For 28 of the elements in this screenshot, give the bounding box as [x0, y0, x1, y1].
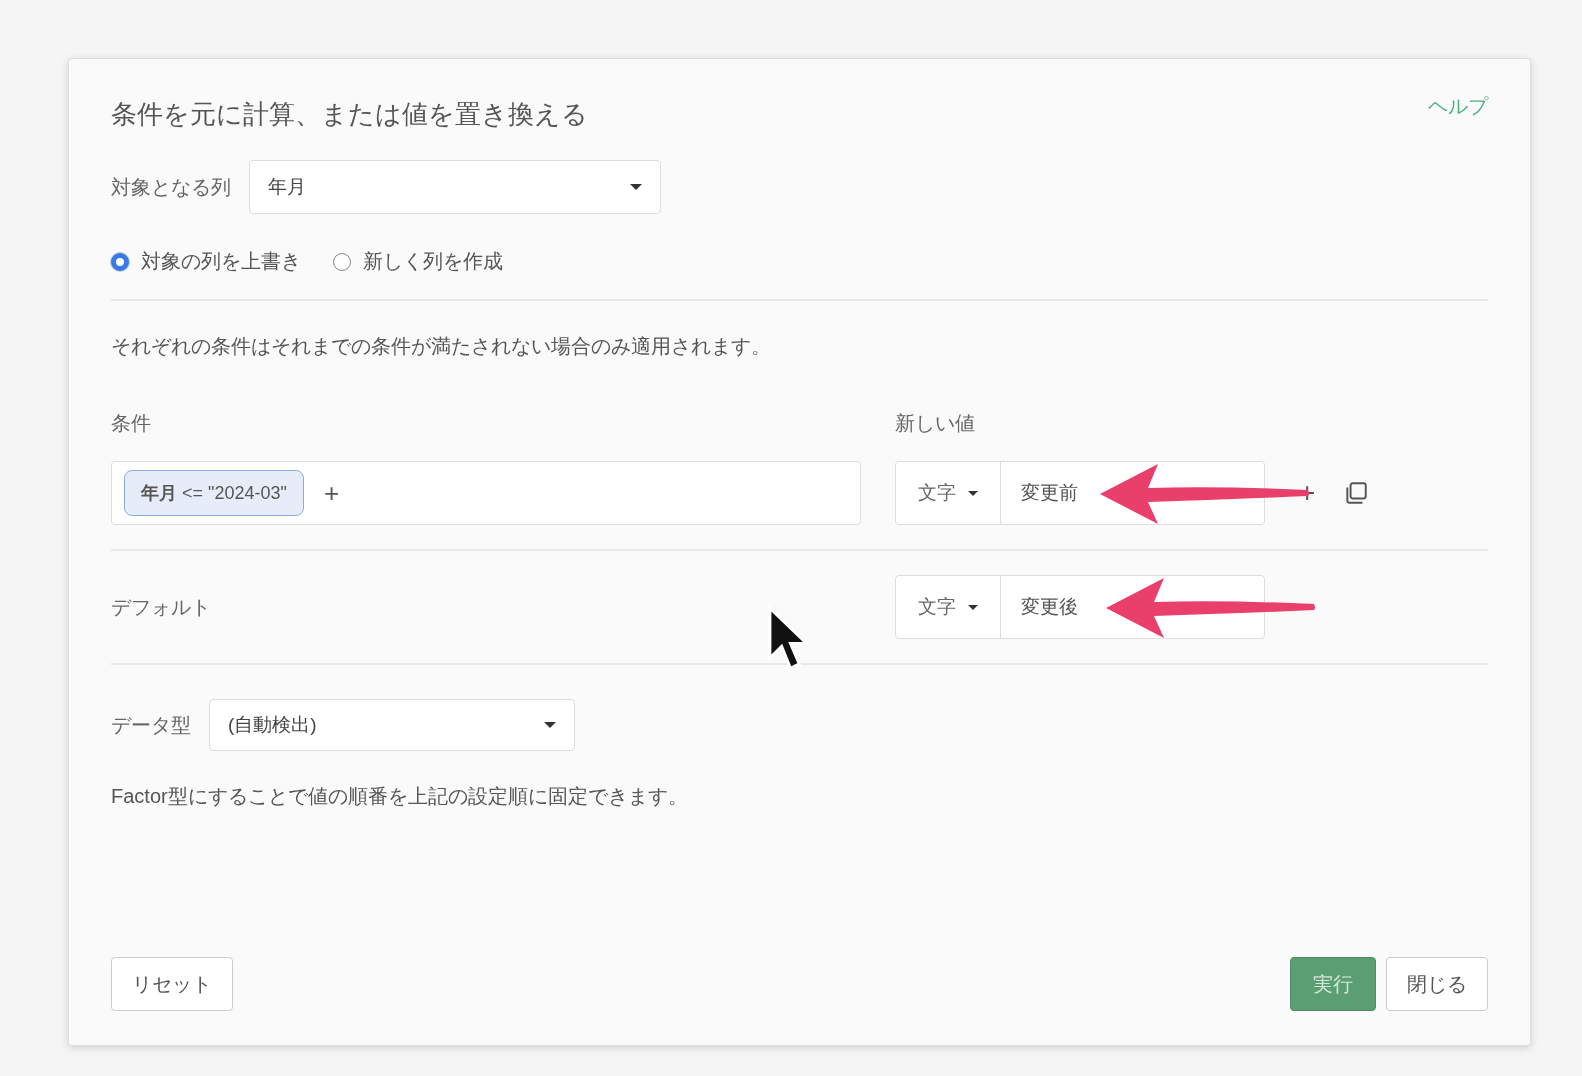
data-type-select[interactable]: (自動検出) [209, 699, 575, 751]
type-select[interactable]: 文字 [896, 576, 1001, 638]
radio-label: 新しく列を作成 [363, 249, 503, 274]
column-header: 新しい値 [895, 411, 976, 436]
value-field[interactable]: 変更前 [1021, 480, 1078, 506]
caret-icon [968, 490, 978, 496]
caret-icon [968, 604, 978, 610]
copy-icon[interactable] [1343, 480, 1370, 506]
reset-button[interactable]: リセット [111, 957, 233, 1011]
info-text: それぞれの条件はそれまでの条件が満たされない場合のみ適用されます。 [111, 334, 772, 359]
condition-field[interactable]: 年月 <= "2024-03" + [111, 461, 861, 525]
add-condition-button[interactable]: + [323, 477, 340, 509]
field-label: データ型 [111, 712, 191, 738]
column-header: 条件 [111, 411, 152, 436]
value-field[interactable]: 変更後 [1021, 594, 1078, 620]
info-text: Factor型にすることで値の順番を上記の設定順に固定できます。 [111, 784, 689, 809]
type-select[interactable]: 文字 [896, 462, 1001, 524]
default-label: デフォルト [111, 594, 212, 620]
radio-label: 対象の列を上書き [141, 249, 301, 274]
field-label: 対象となる列 [111, 174, 231, 200]
column-select[interactable]: 年月 [249, 160, 661, 214]
radio-button[interactable] [111, 252, 129, 271]
caret-icon [630, 184, 642, 190]
caret-icon [544, 722, 556, 728]
radio-button[interactable] [333, 252, 351, 271]
close-button[interactable]: 閉じる [1386, 957, 1488, 1011]
condition-chip[interactable]: 年月 <= "2024-03" [124, 470, 304, 516]
dialog-title: 条件を元に計算、または値を置き換える [111, 98, 588, 131]
